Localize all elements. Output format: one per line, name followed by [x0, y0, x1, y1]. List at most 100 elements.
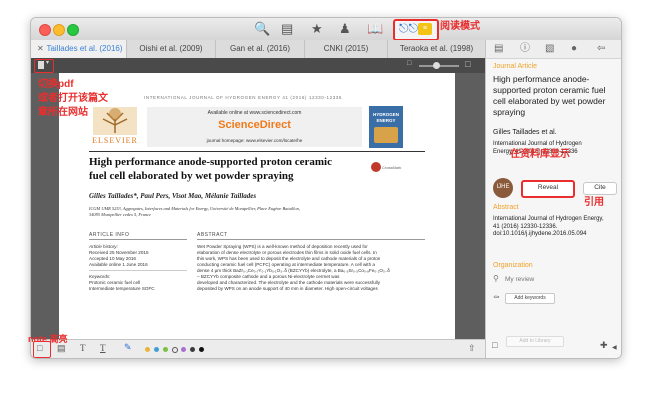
affiliation-line1: ICGM UMR 5253, Aggregates, Interfaces an…: [89, 206, 300, 211]
my-review-field[interactable]: My review: [505, 276, 534, 283]
abstract-line: deposited by WPS on an anode support of …: [197, 286, 378, 291]
journal-header: INTERNATIONAL JOURNAL OF HYDROGEN ENERGY…: [144, 95, 343, 100]
location-pin-icon: ⚲: [493, 274, 499, 283]
pdf-page: INTERNATIONAL JOURNAL OF HYDROGEN ENERGY…: [59, 73, 455, 339]
tab-bar: ✕ Taillades et al. (2016) Oishi et al. (…: [31, 40, 486, 59]
document-toolbar: ▾ □ □: [31, 58, 485, 73]
annotation-switch-pdf-1: 切换pdf: [38, 79, 74, 90]
keywords-rule: [89, 270, 187, 271]
sciencedirect-banner: Available online at www.sciencedirect.co…: [147, 107, 362, 147]
journal-homepage-text: journal homepage: www.elsevier.com/locat…: [206, 138, 303, 143]
text-icon[interactable]: T: [80, 343, 86, 353]
sidebar-note-icon[interactable]: □: [492, 340, 497, 350]
sciencedirect-logo: ScienceDirect: [218, 119, 291, 131]
glasses-icon: ⎋⎋: [399, 21, 418, 35]
export-icon[interactable]: ⇦: [597, 42, 605, 56]
color-swatch-gray[interactable]: [172, 347, 178, 353]
annotation-switch-pdf-3: 章所在网站: [38, 107, 88, 118]
tab-gan[interactable]: Gan et al. (2016): [216, 40, 305, 58]
elsevier-wordmark: ELSEVIER: [92, 136, 138, 145]
header-rule: [89, 151, 425, 152]
zoom-large-icon: □: [465, 59, 471, 69]
affiliation-line2: 34095 Montpellier cedex 5, France: [89, 212, 152, 217]
cover-image: [374, 127, 398, 143]
cite-label: Cite: [594, 184, 606, 191]
sidebar-abstract: International Journal of Hydrogen Energy…: [493, 216, 604, 237]
paper-title-line1: High performance anode-supported proton …: [89, 156, 332, 168]
article-info-heading: ARTICLE INFO: [89, 232, 130, 238]
star-icon[interactable]: ★: [311, 21, 323, 37]
color-swatch-purple[interactable]: [181, 347, 186, 352]
annotation-library-display: 在资料库显示: [510, 149, 570, 160]
organization-label: Organization: [493, 262, 533, 269]
annotation-cite: 引用: [584, 197, 604, 208]
person-icon[interactable]: ♟: [339, 21, 351, 37]
app-window: 🔍 ▤ ★ ♟ 📖 ⎋⎋ ≡ ✕ Taillades et al. (2016)…: [30, 17, 622, 359]
reveal-label: Reveal: [537, 184, 559, 191]
close-tab-icon[interactable]: ✕: [37, 40, 44, 58]
annotation-note-highlight: note 高亮: [28, 334, 68, 344]
color-swatch-black[interactable]: [199, 347, 204, 352]
comment-icon[interactable]: ●: [571, 42, 577, 56]
elsevier-tree-icon: [93, 107, 137, 135]
tab-cnki[interactable]: CNKI (2015): [305, 40, 388, 58]
cover-title-line2: ENERGY: [376, 118, 396, 123]
abstract-heading: ABSTRACT: [197, 232, 228, 238]
reading-badge: ≡: [418, 23, 432, 35]
crossmark-label: CrossMark: [382, 165, 402, 170]
minimize-window-button[interactable]: [53, 24, 65, 36]
reveal-button[interactable]: Reveal: [521, 180, 575, 198]
reading-mode-button[interactable]: ⎋⎋ ≡: [393, 19, 439, 41]
tab-taillades[interactable]: ✕ Taillades et al. (2016): [31, 40, 127, 58]
sidebar-toggle-icon[interactable]: ▤: [494, 42, 503, 56]
paper-authors: Gilles Taillades*, Paul Pers, Visot Mao,…: [89, 192, 257, 200]
color-swatch-blue[interactable]: [154, 347, 159, 352]
attachment-icon[interactable]: ✚: [600, 340, 608, 351]
abstract-label: Abstract: [493, 204, 519, 211]
add-keywords-button[interactable]: Add keywords: [505, 293, 555, 304]
tab-label: Teraoka et al. (1998): [399, 44, 474, 53]
color-swatch-yellow[interactable]: [145, 347, 150, 352]
zoom-slider-knob[interactable]: [433, 62, 440, 69]
library-icon[interactable]: ▤: [281, 21, 293, 37]
abstract-rule: [197, 239, 425, 240]
color-swatch-green[interactable]: [163, 347, 168, 352]
collapse-sidebar-icon[interactable]: ◀: [612, 344, 617, 351]
history-line: Available online 1 June 2016: [89, 262, 148, 267]
pen-icon[interactable]: ✎: [124, 342, 132, 353]
elsevier-logo: ELSEVIER: [89, 105, 141, 145]
book-icon[interactable]: 📖: [367, 21, 383, 37]
switch-pdf-button[interactable]: ▾: [34, 59, 54, 73]
tab-oishi[interactable]: Oishi et al. (2009): [127, 40, 216, 58]
sidebar-icon-bar: ▤ ⓘ ▧ ● ⇦: [486, 40, 621, 59]
folder-icon[interactable]: ▧: [545, 42, 554, 56]
crossmark-badge[interactable]: CrossMark: [371, 161, 401, 177]
crossmark-icon: [371, 162, 381, 172]
tab-label: Taillades et al. (2016): [46, 44, 123, 53]
paper-title-line2: fuel cell elaborated by wet powder spray…: [89, 170, 294, 182]
annotation-toolbar: □ ▤ T T ✎ ⇧: [31, 339, 485, 358]
add-to-library-label: Add to Library: [519, 338, 551, 344]
document-icon: [38, 61, 44, 69]
journal-cover: HYDROGEN ENERGY: [369, 106, 403, 148]
text-color-icon[interactable]: T: [100, 343, 106, 353]
available-online-text: Available online at www.sciencedirect.co…: [207, 110, 302, 116]
zoom-slider[interactable]: [419, 62, 459, 69]
tag-icon: ⚰: [493, 293, 500, 302]
add-to-library-button[interactable]: Add to Library: [506, 336, 564, 347]
zoom-small-icon: □: [407, 60, 412, 67]
avatar-initials: IJHE: [496, 184, 510, 190]
close-window-button[interactable]: [39, 24, 51, 36]
tab-label: Oishi et al. (2009): [139, 44, 203, 53]
chevron-down-icon: ▾: [46, 60, 50, 66]
zoom-window-button[interactable]: [67, 24, 79, 36]
tab-label: CNKI (2015): [323, 44, 369, 53]
search-icon[interactable]: 🔍: [254, 21, 270, 37]
cover-title-line1: HYDROGEN: [372, 112, 399, 117]
share-icon[interactable]: ⇧: [468, 343, 476, 354]
tab-teraoka[interactable]: Teraoka et al. (1998): [388, 40, 486, 58]
pdf-viewer[interactable]: INTERNATIONAL JOURNAL OF HYDROGEN ENERGY…: [31, 73, 485, 339]
color-swatch-dark[interactable]: [190, 347, 195, 352]
info-icon[interactable]: ⓘ: [520, 42, 530, 56]
add-keywords-label: Add keywords: [514, 295, 546, 301]
